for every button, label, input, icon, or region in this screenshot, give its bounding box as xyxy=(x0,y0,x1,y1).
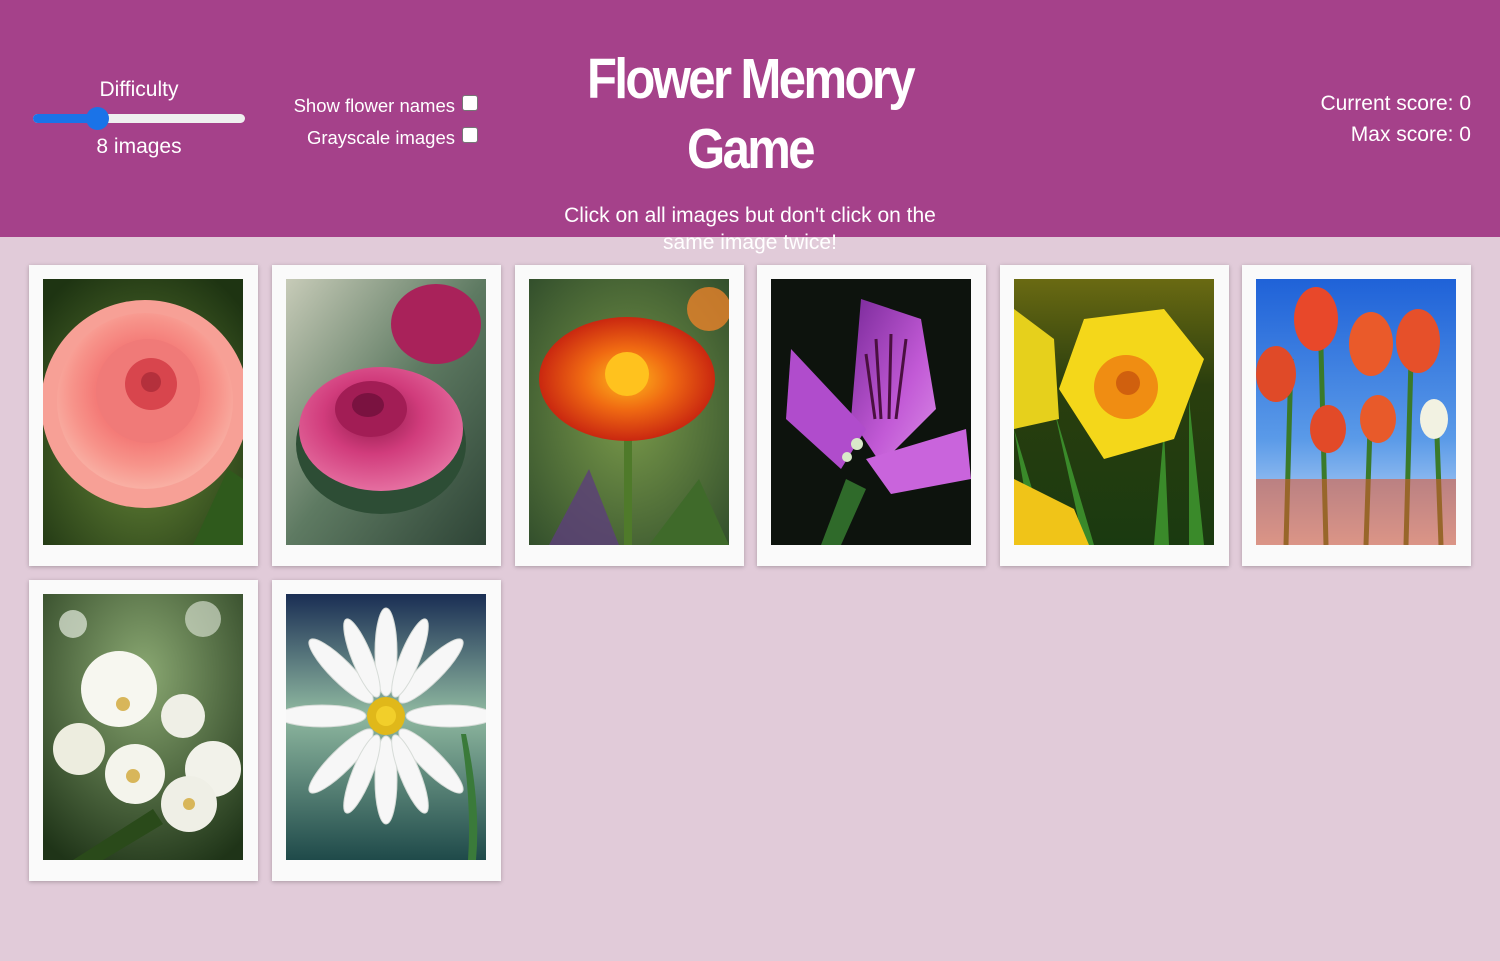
slider-thumb[interactable] xyxy=(85,107,109,130)
yellow-daffodil-photo[interactable] xyxy=(1014,279,1214,545)
grayscale-label: Grayscale images xyxy=(306,127,455,148)
difficulty-slider[interactable] xyxy=(33,106,245,130)
show-names-label: Show flower names xyxy=(293,95,455,116)
orange-marigold-photo[interactable] xyxy=(529,279,729,545)
max-score: Max score: 0 xyxy=(1350,123,1471,146)
game-options: Show flower names Grayscale images xyxy=(262,90,478,154)
show-names-option[interactable]: Show flower names xyxy=(262,90,478,122)
scoreboard: Current score: 0 Max score: 0 xyxy=(1320,88,1471,150)
page-title: Flower Memory Game xyxy=(586,47,916,181)
difficulty-label: Difficulty xyxy=(99,78,179,101)
image-count-label: 8 images xyxy=(96,135,182,158)
current-score: Current score: 0 xyxy=(1320,92,1471,115)
flower-card[interactable] xyxy=(29,265,258,566)
red-tulips-photo[interactable] xyxy=(1256,279,1456,545)
game-header: Difficulty 8 images Show flower names Gr… xyxy=(0,0,1500,254)
purple-alstroemeria-photo[interactable] xyxy=(771,279,971,545)
grayscale-option[interactable]: Grayscale images xyxy=(262,122,478,154)
show-names-checkbox[interactable] xyxy=(462,95,478,111)
flower-card[interactable] xyxy=(1000,265,1229,566)
flower-card[interactable] xyxy=(272,580,501,881)
magenta-rose-photo[interactable] xyxy=(286,279,486,545)
flower-card[interactable] xyxy=(1242,265,1471,566)
flower-card[interactable] xyxy=(272,265,501,566)
white-daisy-photo[interactable] xyxy=(286,594,486,860)
white-jasmine-photo[interactable] xyxy=(43,594,243,860)
flower-card[interactable] xyxy=(757,265,986,566)
title-block: Flower Memory Game Click on all images b… xyxy=(510,44,990,256)
flower-card[interactable] xyxy=(515,265,744,566)
instructions-text: Click on all images but don't click on t… xyxy=(564,204,936,254)
grayscale-checkbox[interactable] xyxy=(462,127,478,143)
flower-card[interactable] xyxy=(29,580,258,881)
difficulty-control: Difficulty 8 images xyxy=(32,76,246,162)
pink-dahlia-photo[interactable] xyxy=(43,279,243,545)
